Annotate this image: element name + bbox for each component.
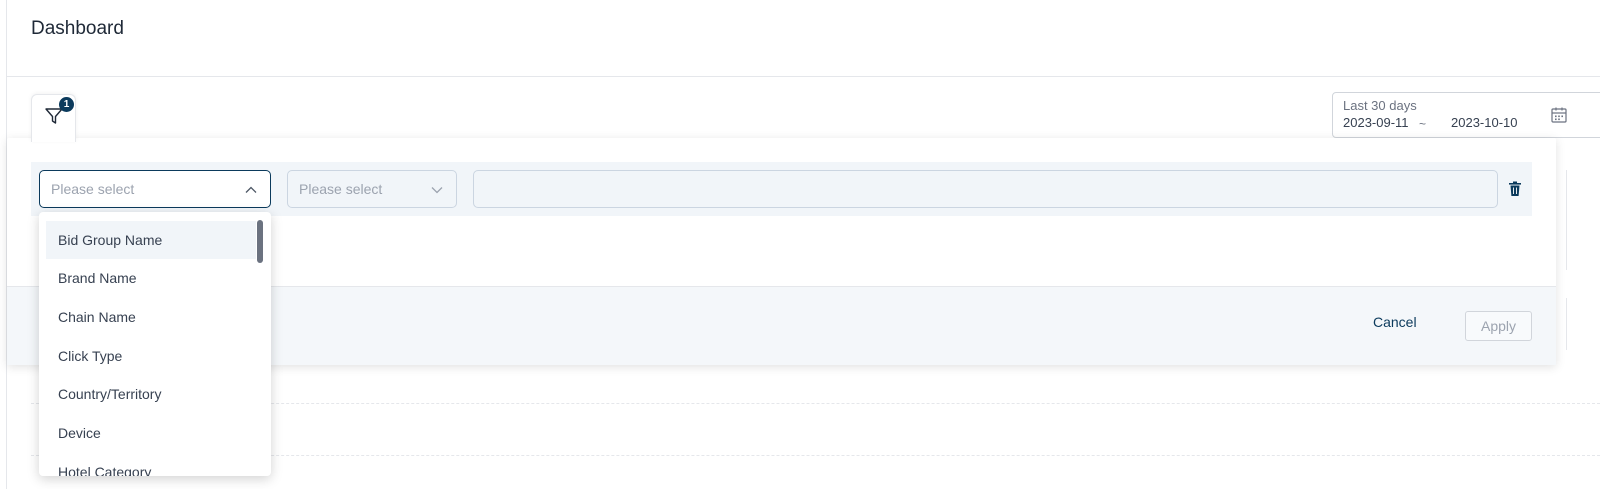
date-separator: ~	[1419, 117, 1427, 131]
date-end[interactable]: 2023-10-10	[1451, 115, 1518, 130]
field-select[interactable]: Please select	[39, 170, 271, 208]
page-title: Dashboard	[31, 18, 124, 39]
dropdown-option[interactable]: Chain Name	[46, 298, 256, 336]
background-card-edge	[1566, 298, 1567, 350]
field-select-placeholder: Please select	[51, 181, 135, 197]
operator-select[interactable]: Please select	[287, 170, 457, 208]
cancel-button[interactable]: Cancel	[1373, 314, 1417, 330]
dropdown-option[interactable]: Brand Name	[46, 259, 256, 297]
dropdown-option[interactable]: Country/Territory	[46, 375, 256, 413]
header-divider	[6, 76, 1600, 77]
dropdown-option[interactable]: Hotel Category	[46, 453, 256, 476]
trash-icon[interactable]	[1508, 181, 1522, 202]
filter-value-input[interactable]	[473, 170, 1498, 208]
apply-button[interactable]: Apply	[1465, 311, 1532, 341]
date-start[interactable]: 2023-09-11	[1343, 115, 1409, 130]
field-dropdown-menu: Bid Group Name Brand Name Chain Name Cli…	[39, 212, 271, 476]
date-range-picker[interactable]: Last 30 days 2023-09-11 ~ 2023-10-10	[1332, 92, 1600, 138]
chevron-down-icon	[430, 183, 444, 200]
date-range-label: Last 30 days	[1343, 98, 1417, 113]
filter-condition-row: Please select Please select	[31, 162, 1532, 216]
dropdown-scrollbar[interactable]	[257, 220, 263, 263]
dropdown-option[interactable]: Bid Group Name	[46, 221, 256, 259]
dropdown-option[interactable]: Click Type	[46, 337, 256, 375]
filter-count-badge: 1	[59, 97, 74, 112]
background-card-edge	[1566, 170, 1567, 270]
dropdown-option[interactable]: Device	[46, 414, 256, 452]
dashboard-page: Dashboard 1 Last 30 days 2023-09-11 ~ 20…	[0, 0, 1600, 489]
calendar-icon[interactable]	[1550, 106, 1568, 129]
chevron-up-icon	[244, 183, 258, 200]
filter-toggle-button[interactable]: 1	[31, 94, 76, 142]
operator-select-placeholder: Please select	[299, 181, 383, 197]
